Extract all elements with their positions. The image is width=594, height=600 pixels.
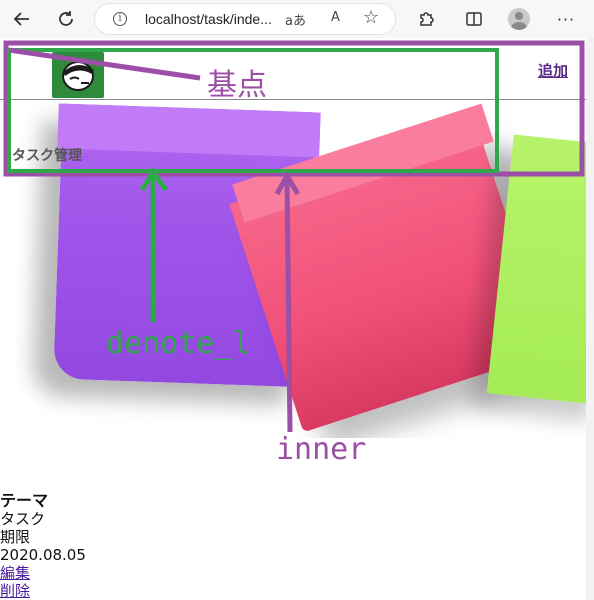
profile-avatar[interactable] [508,8,530,30]
translate-icon[interactable]: aあ [285,10,306,29]
browser-toolbar: i localhost/task/inde... aあ A ☆ ··· [0,0,594,38]
task-title: タスク [0,510,46,528]
sticky-note-purple-tape [57,103,321,158]
header-divider [0,99,586,100]
add-link[interactable]: 追加 [538,60,568,81]
delete-link[interactable]: 削除 [0,582,86,600]
extensions-icon[interactable] [412,5,440,33]
task-deadline: 2020.08.05 [0,546,86,564]
address-bar[interactable]: i localhost/task/inde... aあ A ☆ [94,3,396,35]
more-icon[interactable]: ··· [552,5,580,33]
favorite-star-icon[interactable]: ☆ [363,7,379,28]
address-url[interactable]: localhost/task/inde... [145,11,272,27]
site-name: タスク管理 [12,148,82,164]
task-deadline-label: 期限 [0,528,31,546]
site-logo[interactable] [52,52,104,98]
split-screen-icon[interactable] [460,5,488,33]
task-card: テーマ タスク 期限 2020.08.05 編集 削除 [0,492,86,600]
back-icon[interactable] [8,5,36,33]
sticky-note-green [486,134,586,406]
info-icon[interactable]: i [113,12,127,26]
edit-link[interactable]: 編集 [0,564,86,582]
page-content: 追加 タスク管理 テーマ タスク 期限 2020.08.05 編集 削除 [0,38,586,600]
refresh-icon[interactable] [52,5,80,33]
task-theme-label: テーマ [0,491,49,510]
site-header: 追加 [0,38,586,100]
read-aloud-icon[interactable]: A [331,10,340,25]
scrollbar[interactable] [586,38,594,600]
